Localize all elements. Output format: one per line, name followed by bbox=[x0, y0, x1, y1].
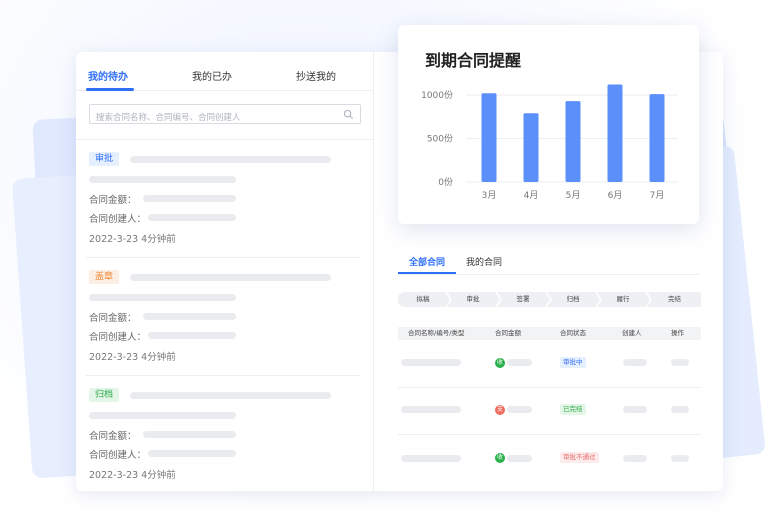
active-tab-indicator bbox=[86, 88, 134, 91]
status-badge: 审批 bbox=[89, 152, 119, 166]
timestamp: 2022-3-23 4分钟前 bbox=[89, 352, 176, 363]
creator-label: 合同创建人： bbox=[89, 332, 147, 343]
col-header-name: 合同名称/编号/类型 bbox=[408, 329, 465, 337]
currency-badge: 收 bbox=[495, 453, 505, 463]
creator-label: 合同创建人： bbox=[89, 214, 147, 225]
step-complete[interactable]: 完结 bbox=[648, 292, 701, 307]
placeholder-bar bbox=[143, 195, 236, 202]
placeholder-bar bbox=[623, 455, 647, 462]
y-tick-label: 0份 bbox=[438, 176, 453, 188]
tab-todo[interactable]: 我的待办 bbox=[88, 68, 128, 83]
col-header-creator: 创建人 bbox=[622, 329, 642, 337]
status-tag: 审批中 bbox=[560, 357, 586, 368]
status-tag: 审批不通过 bbox=[560, 452, 599, 463]
divider bbox=[76, 139, 374, 140]
currency-badge: 收 bbox=[495, 358, 505, 368]
placeholder-bar bbox=[623, 359, 647, 366]
bar-chart: 0份 500份 1000份 3月 4月 5月 6月 7月 bbox=[421, 84, 678, 201]
search-icon[interactable] bbox=[343, 109, 354, 120]
placeholder-bar bbox=[671, 359, 689, 366]
tab-my-contracts[interactable]: 我的合同 bbox=[466, 255, 502, 268]
tab-all-contracts[interactable]: 全部合同 bbox=[409, 255, 445, 268]
bar bbox=[481, 93, 497, 182]
col-header-amount: 合同金额 bbox=[495, 329, 521, 337]
bar bbox=[565, 101, 581, 182]
placeholder-bar bbox=[671, 455, 689, 462]
divider bbox=[398, 387, 701, 388]
placeholder-bar bbox=[130, 274, 331, 281]
divider bbox=[86, 375, 360, 376]
placeholder-bar bbox=[401, 359, 461, 366]
amount-label: 合同金额： bbox=[89, 431, 137, 442]
bar bbox=[607, 84, 623, 182]
x-tick-label: 6月 bbox=[608, 190, 623, 201]
x-tick-label: 3月 bbox=[482, 190, 497, 201]
step-archive[interactable]: 归档 bbox=[548, 292, 598, 307]
placeholder-bar bbox=[130, 156, 331, 163]
bar bbox=[523, 113, 539, 182]
tab-done[interactable]: 我的已办 bbox=[192, 68, 232, 83]
col-header-actions: 操作 bbox=[671, 329, 684, 337]
placeholder-bar bbox=[507, 359, 532, 366]
step-perform[interactable]: 履行 bbox=[598, 292, 648, 307]
timestamp: 2022-3-23 4分钟前 bbox=[89, 470, 176, 481]
placeholder-bar bbox=[148, 450, 236, 457]
placeholder-bar bbox=[623, 406, 647, 413]
x-tick-label: 7月 bbox=[650, 190, 665, 201]
placeholder-bar bbox=[89, 412, 236, 419]
placeholder-bar bbox=[89, 294, 236, 301]
x-tick-label: 4月 bbox=[524, 190, 539, 201]
timestamp: 2022-3-23 4分钟前 bbox=[89, 234, 176, 245]
placeholder-bar bbox=[148, 332, 236, 339]
status-badge: 盖章 bbox=[89, 270, 119, 284]
step-approve[interactable]: 审批 bbox=[448, 292, 498, 307]
placeholder-bar bbox=[507, 406, 532, 413]
tab-bar: 我的待办 我的已办 抄送我的 bbox=[76, 52, 373, 91]
placeholder-bar bbox=[143, 431, 236, 438]
divider bbox=[398, 434, 701, 435]
search-input[interactable] bbox=[90, 109, 330, 127]
search-box bbox=[89, 104, 361, 127]
placeholder-bar bbox=[401, 455, 461, 462]
step-draft[interactable]: 拟稿 bbox=[398, 292, 448, 307]
status-tag: 已完结 bbox=[560, 404, 586, 415]
placeholder-bar bbox=[143, 313, 236, 320]
creator-label: 合同创建人： bbox=[89, 450, 147, 461]
amount-label: 合同金额： bbox=[89, 313, 137, 324]
placeholder-bar bbox=[507, 455, 532, 462]
divider bbox=[398, 274, 700, 275]
y-tick-label: 1000份 bbox=[421, 89, 453, 101]
expiry-chart-card: 到期合同提醒 0份 500份 1000份 3月 4月 5月 6月 7月 bbox=[398, 25, 699, 224]
placeholder-bar bbox=[401, 406, 461, 413]
y-tick-label: 500份 bbox=[427, 133, 453, 145]
x-tick-label: 5月 bbox=[566, 190, 581, 201]
amount-label: 合同金额： bbox=[89, 195, 137, 206]
currency-badge: 支 bbox=[495, 405, 505, 415]
placeholder-bar bbox=[130, 392, 331, 399]
bar bbox=[649, 94, 665, 182]
divider bbox=[86, 257, 360, 258]
tab-cc[interactable]: 抄送我的 bbox=[296, 68, 336, 83]
todo-panel: 我的待办 我的已办 抄送我的 审批 合同金额： 合同创建人： 2022-3-23… bbox=[76, 52, 374, 491]
placeholder-bar bbox=[89, 176, 236, 183]
step-sign[interactable]: 签署 bbox=[498, 292, 548, 307]
table-header: 合同名称/编号/类型 合同金额 合同状态 创建人 操作 bbox=[398, 327, 701, 340]
col-header-status: 合同状态 bbox=[560, 329, 586, 337]
placeholder-bar bbox=[671, 406, 689, 413]
workflow-steps: 拟稿 审批 签署 归档 履行 完结 bbox=[398, 292, 701, 307]
placeholder-bar bbox=[148, 214, 236, 221]
status-badge: 归档 bbox=[89, 388, 119, 402]
